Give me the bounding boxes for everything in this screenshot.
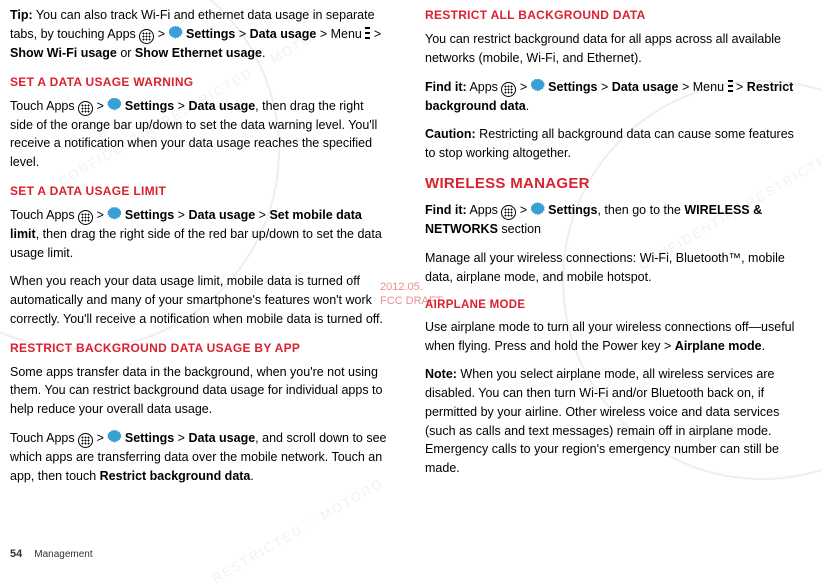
menu-icon: [728, 79, 733, 93]
settings-label: Settings: [548, 80, 597, 94]
tip-label: Tip:: [10, 8, 33, 22]
gt: >: [97, 431, 104, 445]
gt: >: [97, 99, 104, 113]
restrict-bg-label: Restrict background data: [100, 469, 251, 483]
heading-restrict-all: RESTRICT ALL BACKGROUND DATA: [425, 6, 804, 24]
section-text: section: [498, 222, 541, 236]
settings-icon: [107, 430, 121, 444]
note-text: When you select airplane mode, all wirel…: [425, 367, 779, 475]
caution-text: Restricting all background data can caus…: [425, 127, 794, 160]
wireless-p2: Manage all your wireless connections: Wi…: [425, 249, 804, 287]
find-it-label: Find it:: [425, 80, 467, 94]
airplane-mode-label: Airplane mode: [675, 339, 762, 353]
right-column: RESTRICT ALL BACKGROUND DATA You can res…: [425, 6, 804, 495]
gt: >: [520, 203, 527, 217]
settings-label: Settings: [125, 99, 174, 113]
apps-icon: [501, 205, 516, 220]
tip-paragraph: Tip: You can also track Wi-Fi and ethern…: [10, 6, 389, 63]
settings-icon: [531, 79, 545, 93]
menu-icon: [365, 26, 370, 40]
apps-word: Apps: [467, 80, 502, 94]
caution-paragraph: Caution: Restricting all background data…: [425, 125, 804, 163]
gt: >: [158, 27, 165, 41]
gt: >: [178, 431, 185, 445]
gt: >: [374, 27, 381, 41]
limit-paragraph-2: When you reach your data usage limit, mo…: [10, 272, 389, 328]
restrict-app-p1: Some apps transfer data in the backgroun…: [10, 363, 389, 419]
apps-icon: [501, 82, 516, 97]
warning-paragraph: Touch Apps > Settings > Data usage, then…: [10, 97, 389, 172]
text: Touch Apps: [10, 431, 78, 445]
footer-section: Management: [34, 547, 92, 562]
gt: >: [259, 208, 266, 222]
apps-icon: [78, 433, 93, 448]
settings-label: Settings: [548, 203, 597, 217]
show-wifi-label: Show Wi-Fi usage: [10, 46, 117, 60]
settings-icon: [531, 202, 545, 216]
settings-icon: [107, 207, 121, 221]
gt: >: [320, 27, 327, 41]
gt: >: [97, 208, 104, 222]
text: Touch Apps: [10, 208, 78, 222]
data-usage-label: Data usage: [188, 208, 255, 222]
gt: >: [239, 27, 246, 41]
data-usage-label: Data usage: [188, 431, 255, 445]
gt: >: [682, 80, 689, 94]
or-text: or: [117, 46, 135, 60]
restrict-app-p2: Touch Apps > Settings > Data usage, and …: [10, 429, 389, 486]
heading-wireless-manager: WIRELESS MANAGER: [425, 173, 804, 196]
restrict-all-p1: You can restrict background data for all…: [425, 30, 804, 68]
caution-label: Caution:: [425, 127, 476, 141]
text: , then drag the right side of the red ba…: [10, 227, 382, 260]
gt: >: [736, 80, 743, 94]
data-usage-label: Data usage: [250, 27, 317, 41]
period: .: [250, 469, 253, 483]
apps-icon: [139, 29, 154, 44]
page-number: 54: [10, 546, 22, 563]
menu-label: Menu: [331, 27, 362, 41]
period: .: [762, 339, 765, 353]
gt: >: [601, 80, 608, 94]
find-it-label: Find it:: [425, 203, 467, 217]
period: .: [262, 46, 265, 60]
settings-icon: [169, 26, 183, 40]
data-usage-label: Data usage: [612, 80, 679, 94]
page-content: Tip: You can also track Wi-Fi and ethern…: [0, 0, 822, 495]
settings-icon: [107, 98, 121, 112]
show-eth-label: Show Ethernet usage: [135, 46, 262, 60]
restrict-all-findit: Find it: Apps > Settings > Data usage > …: [425, 78, 804, 116]
heading-set-limit: SET A DATA USAGE LIMIT: [10, 182, 389, 200]
apps-icon: [78, 101, 93, 116]
page-footer: 54 Management: [10, 546, 93, 563]
note-paragraph: Note: When you select airplane mode, all…: [425, 365, 804, 478]
heading-airplane-mode: AIRPLANE MODE: [425, 297, 804, 314]
data-usage-label: Data usage: [188, 99, 255, 113]
left-column: Tip: You can also track Wi-Fi and ethern…: [10, 6, 389, 495]
period: .: [526, 99, 529, 113]
limit-paragraph-1: Touch Apps > Settings > Data usage > Set…: [10, 206, 389, 263]
text: Touch Apps: [10, 99, 78, 113]
heading-set-warning: SET A DATA USAGE WARNING: [10, 73, 389, 91]
airplane-p1: Use airplane mode to turn all your wirel…: [425, 318, 804, 356]
apps-icon: [78, 210, 93, 225]
gt: >: [520, 80, 527, 94]
apps-word: Apps: [467, 203, 502, 217]
menu-label: Menu: [693, 80, 724, 94]
gt: >: [178, 99, 185, 113]
text: , then go to the: [597, 203, 684, 217]
wireless-findit: Find it: Apps > Settings, then go to the…: [425, 201, 804, 239]
settings-label: Settings: [186, 27, 235, 41]
settings-label: Settings: [125, 208, 174, 222]
settings-label: Settings: [125, 431, 174, 445]
note-label: Note:: [425, 367, 457, 381]
gt: >: [178, 208, 185, 222]
heading-restrict-by-app: RESTRICT BACKGROUND DATA USAGE BY APP: [10, 339, 389, 357]
